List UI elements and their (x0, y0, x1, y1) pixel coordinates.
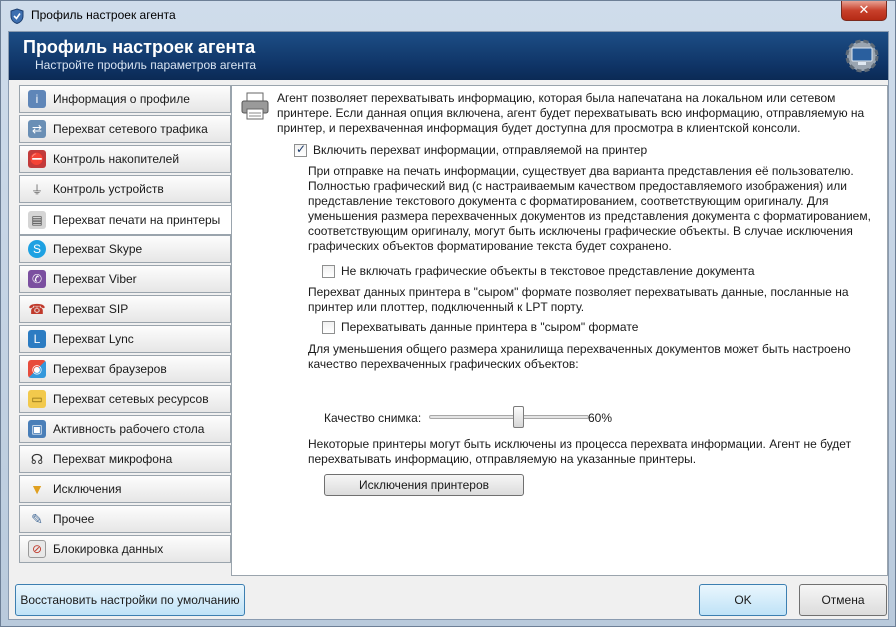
enable-print-capture-checkbox[interactable] (294, 142, 307, 157)
browser-icon: ◉ (28, 360, 46, 378)
shield-icon (10, 8, 24, 24)
enable-print-capture-row[interactable]: Включить перехват информации, отправляем… (294, 142, 648, 157)
settings-window: Профиль настроек агента ✕ Профиль настро… (0, 0, 896, 627)
lync-icon: L (28, 330, 46, 348)
print-modes-description: При отправке на печать информации, сущес… (308, 164, 871, 253)
sidebar-item-microphone[interactable]: ☊ Перехват микрофона (19, 445, 231, 473)
quality-label: Качество снимка: (324, 411, 422, 425)
skype-icon: S (28, 240, 46, 258)
exclude-graphics-label: Не включать графические объекты в тексто… (341, 264, 755, 278)
window-title: Профиль настроек агента (31, 8, 176, 22)
raw-format-description: Перехват данных принтера в "сыром" форма… (308, 285, 849, 314)
sidebar-item-label: Перехват браузеров (53, 362, 167, 376)
title-bar[interactable]: Профиль настроек агента ✕ (1, 1, 895, 31)
desktop-icon: ▣ (28, 420, 46, 438)
sidebar-item-sip[interactable]: ☎ Перехват SIP (19, 295, 231, 323)
sidebar-item-label: Перехват печати на принтеры (53, 213, 221, 227)
printer-icon: ▤ (28, 211, 46, 229)
sidebar-item-profile-info[interactable]: i Информация о профиле (19, 85, 231, 113)
sidebar-item-network-traffic[interactable]: ⇄ Перехват сетевого трафика (19, 115, 231, 143)
block-data-icon: ⊘ (28, 540, 46, 558)
sidebar-item-network-resources[interactable]: ▭ Перехват сетевых ресурсов (19, 385, 231, 413)
header-subtitle: Настройте профиль параметров агента (35, 58, 256, 72)
sidebar-item-label: Блокировка данных (53, 542, 164, 556)
sidebar-item-label: Перехват SIP (53, 302, 129, 316)
sidebar-item-label: Информация о профиле (53, 92, 190, 106)
sidebar-item-label: Перехват микрофона (53, 452, 173, 466)
filter-icon: ▼ (30, 481, 44, 497)
headset-icon: ☊ (30, 450, 44, 467)
restore-defaults-button[interactable]: Восстановить настройки по умолчанию (15, 584, 245, 616)
sidebar-item-lync[interactable]: L Перехват Lync (19, 325, 231, 353)
raw-capture-checkbox[interactable] (322, 320, 335, 334)
usb-device-icon: ⏚ (30, 182, 43, 197)
viber-icon: ✆ (28, 270, 46, 288)
quality-description: Для уменьшения общего размера хранилища … (308, 342, 851, 371)
cancel-button[interactable]: Отмена (799, 584, 887, 616)
printer-exclusions-description: Некоторые принтеры могут быть исключены … (308, 437, 852, 466)
sidebar-item-label: Перехват Skype (53, 242, 143, 256)
phone-icon: ☎ (28, 300, 46, 317)
folder-icon: ▭ (28, 390, 46, 408)
exclude-graphics-row[interactable]: Не включать графические объекты в тексто… (322, 264, 755, 278)
sidebar-item-label: Активность рабочего стола (53, 422, 205, 436)
exclude-graphics-checkbox[interactable] (322, 264, 335, 278)
sidebar-item-label: Исключения (53, 482, 122, 496)
profile-info-icon: i (28, 90, 46, 108)
sidebar-item-label: Перехват сетевого трафика (53, 122, 208, 136)
sidebar-item-storage-control[interactable]: ⛔ Контроль накопителей (19, 145, 231, 173)
sidebar: i Информация о профиле ⇄ Перехват сетево… (19, 85, 232, 565)
sidebar-item-label: Прочее (53, 512, 95, 526)
sidebar-item-label: Перехват сетевых ресурсов (53, 392, 209, 406)
sidebar-item-viber[interactable]: ✆ Перехват Viber (19, 265, 231, 293)
dialog-frame: Профиль настроек агента Настройте профил… (8, 31, 889, 620)
close-button[interactable]: ✕ (841, 1, 887, 21)
sidebar-item-other[interactable]: ✎ Прочее (19, 505, 231, 533)
quality-slider-track[interactable] (429, 415, 589, 419)
network-traffic-icon: ⇄ (28, 120, 46, 138)
header-title: Профиль настроек агента (23, 37, 256, 57)
sidebar-item-print-capture[interactable]: ▤ Перехват печати на принтеры (19, 205, 232, 235)
storage-control-icon: ⛔ (28, 150, 46, 168)
enable-print-capture-label: Включить перехват информации, отправляем… (313, 143, 648, 157)
sidebar-item-browsers[interactable]: ◉ Перехват браузеров (19, 355, 231, 383)
sidebar-item-label: Перехват Lync (53, 332, 134, 346)
raw-capture-label: Перехватывать данные принтера в "сыром" … (341, 320, 639, 334)
ok-button[interactable]: OK (699, 584, 787, 616)
content-panel: Агент позволяет перехватывать информацию… (231, 85, 888, 576)
sidebar-item-exceptions[interactable]: ▼ Исключения (19, 475, 231, 503)
monitor-gear-icon (845, 39, 879, 73)
printer-large-icon (241, 92, 269, 120)
sidebar-item-desktop-activity[interactable]: ▣ Активность рабочего стола (19, 415, 231, 443)
intro-text: Агент позволяет перехватывать информацию… (277, 91, 865, 135)
sidebar-item-device-control[interactable]: ⏚ Контроль устройств (19, 175, 231, 203)
sidebar-item-data-block[interactable]: ⊘ Блокировка данных (19, 535, 231, 563)
raw-capture-row[interactable]: Перехватывать данные принтера в "сыром" … (322, 320, 638, 334)
header-banner: Профиль настроек агента Настройте профил… (9, 32, 888, 80)
quality-slider-thumb[interactable] (513, 406, 525, 428)
quality-value: 60% (588, 411, 613, 425)
sidebar-item-label: Контроль накопителей (53, 152, 180, 166)
sidebar-item-label: Перехват Viber (53, 272, 137, 286)
sidebar-item-skype[interactable]: S Перехват Skype (19, 235, 231, 263)
printer-exclusions-button[interactable]: Исключения принтеров (324, 474, 524, 496)
tools-icon: ✎ (31, 510, 43, 527)
sidebar-item-label: Контроль устройств (53, 182, 164, 196)
